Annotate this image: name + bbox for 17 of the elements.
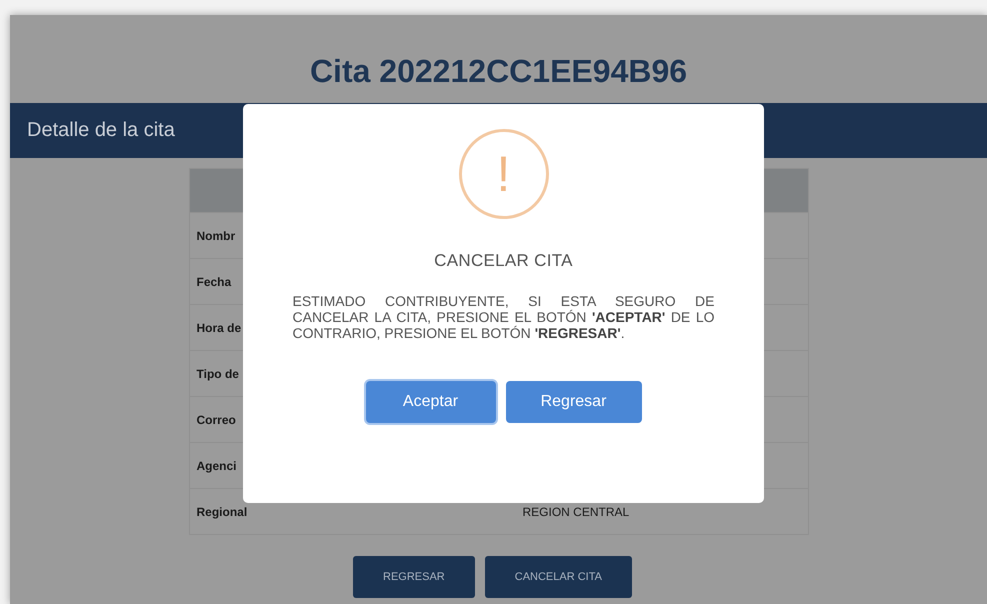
row-label: Tipo de xyxy=(196,366,239,380)
back-button[interactable]: Regresar xyxy=(506,381,642,423)
row-label: Fecha xyxy=(196,274,232,288)
section-title: Detalle de la cita xyxy=(27,119,175,142)
dialog-title: CANCELAR CITA xyxy=(434,251,573,271)
row-label: Nombr xyxy=(196,228,236,242)
accept-button[interactable]: Aceptar xyxy=(366,381,496,423)
back-button[interactable]: REGRESAR xyxy=(353,556,475,598)
row-value: REGION CENTRAL xyxy=(522,504,630,518)
warning-icon: ! xyxy=(458,129,548,219)
row-label: Agenci xyxy=(196,458,237,472)
row-label: Regional xyxy=(196,504,248,518)
row-label: Hora de xyxy=(196,320,242,334)
dialog-message: ESTIMADO CONTRIBUYENTE, SI ESTA SEGURO DE CANCELAR LA CITA, PRESIONE EL BOTÓN 'ACEPTAR' DE LO CONTRARIO, PRESIONE EL BOTÓN 'REGRESAR'. xyxy=(292,293,714,341)
cancel-appointment-button[interactable]: CANCELAR CITA xyxy=(484,556,632,598)
page-title: Cita 202212CC1EE94B96 xyxy=(310,52,688,91)
row-label: Correo xyxy=(196,412,236,426)
